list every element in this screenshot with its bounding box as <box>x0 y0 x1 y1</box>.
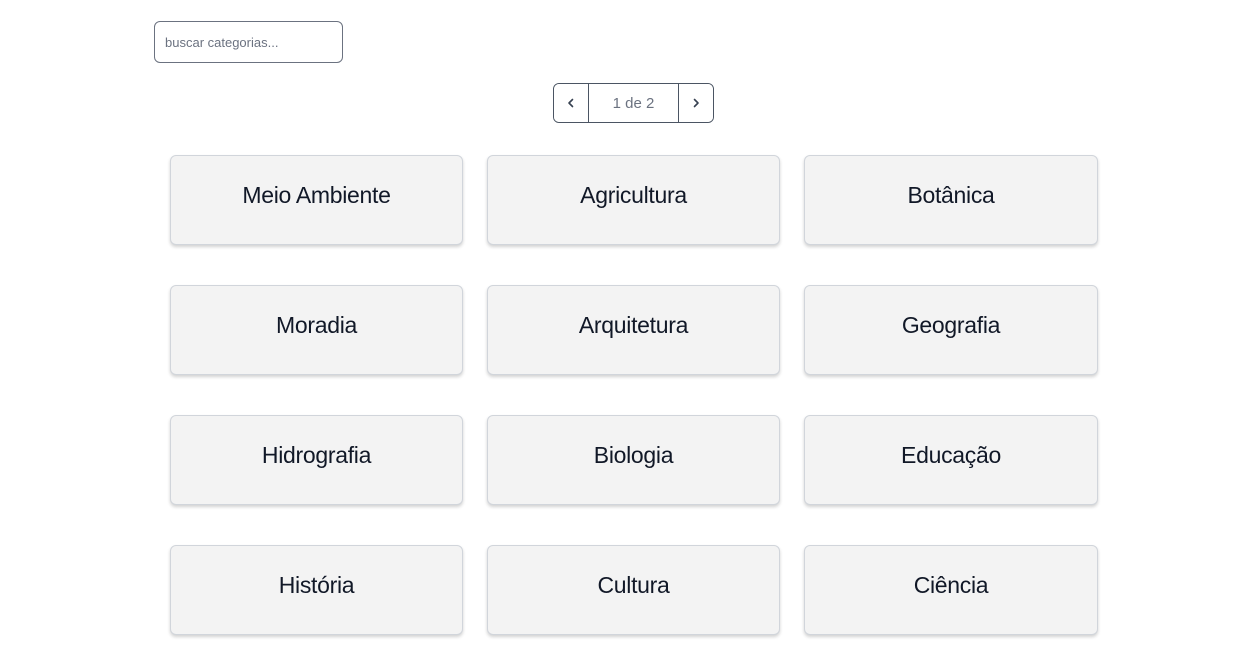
category-label: Ciência <box>913 571 989 598</box>
category-card-historia[interactable]: História <box>170 545 463 635</box>
category-card-ciencia[interactable]: Ciência <box>804 545 1098 635</box>
category-card-agricultura[interactable]: Agricultura <box>487 155 780 245</box>
search-input[interactable] <box>155 22 342 62</box>
category-label: Hidrografia <box>261 441 372 468</box>
pagination: 1 de 2 <box>553 83 714 123</box>
category-card-cultura[interactable]: Cultura <box>487 545 780 635</box>
chevron-left-icon <box>568 98 574 108</box>
category-card-meio-ambiente[interactable]: Meio Ambiente <box>170 155 463 245</box>
category-card-geografia[interactable]: Geografia <box>804 285 1098 375</box>
category-label: Meio Ambiente <box>242 181 391 208</box>
category-label: Geografia <box>901 311 1001 338</box>
category-label: Moradia <box>276 311 357 338</box>
category-card-botanica[interactable]: Botânica <box>804 155 1098 245</box>
page-indicator: 1 de 2 <box>588 84 679 122</box>
next-page-button[interactable] <box>679 84 713 122</box>
category-label: Botânica <box>907 181 995 208</box>
category-card-moradia[interactable]: Moradia <box>170 285 463 375</box>
category-label: Cultura <box>597 571 670 598</box>
chevron-right-icon <box>693 98 699 108</box>
category-label: História <box>278 571 355 598</box>
category-grid: Meio Ambiente Agricultura Botânica Morad… <box>170 155 1098 635</box>
search-box <box>154 21 343 63</box>
previous-page-button[interactable] <box>554 84 588 122</box>
category-card-arquitetura[interactable]: Arquitetura <box>487 285 780 375</box>
category-card-biologia[interactable]: Biologia <box>487 415 780 505</box>
category-label: Agricultura <box>580 181 687 208</box>
category-card-educacao[interactable]: Educação <box>804 415 1098 505</box>
category-card-hidrografia[interactable]: Hidrografia <box>170 415 463 505</box>
category-label: Arquitetura <box>578 311 689 338</box>
category-label: Biologia <box>593 441 674 468</box>
category-label: Educação <box>901 441 1001 468</box>
